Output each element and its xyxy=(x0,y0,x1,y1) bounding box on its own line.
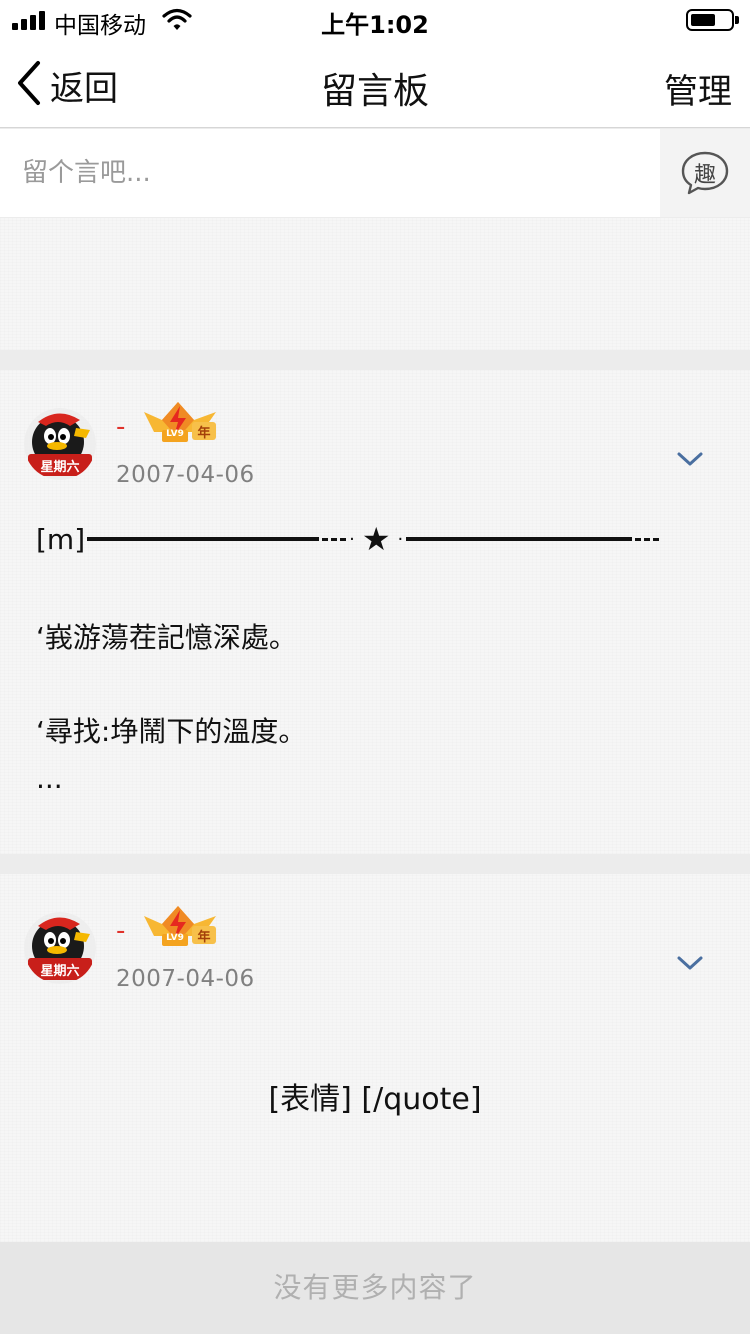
message-board-header-area xyxy=(0,218,750,350)
member-level-badge: LV9 年 xyxy=(140,902,220,950)
no-more-content-label: 没有更多内容了 xyxy=(0,1242,750,1334)
message-text-line: ‘尋找:埩鬧下的溫度。 xyxy=(36,715,307,748)
back-button[interactable]: 返回 xyxy=(16,60,118,110)
author-nickname[interactable]: - xyxy=(116,916,125,946)
chevron-left-icon xyxy=(16,60,42,110)
message-ellipsis: ... xyxy=(36,762,63,795)
emoji-button[interactable]: 趣 xyxy=(660,129,750,217)
avatar-label: 星期六 xyxy=(40,964,80,979)
compose-bar: 趣 xyxy=(0,129,750,217)
avatar[interactable]: 星期六 xyxy=(24,408,96,480)
back-label: 返回 xyxy=(50,68,118,109)
emoji-button-glyph: 趣 xyxy=(693,163,716,188)
decorative-divider-line: [m] · ★ · xyxy=(36,520,660,558)
author-nickname[interactable]: - xyxy=(116,412,125,442)
divider-prefix: [m] xyxy=(36,522,86,556)
message-input[interactable] xyxy=(0,129,660,217)
message-card: 星期六 - LV9 年 2007-04-06 [表情] [/quote] xyxy=(0,874,750,1242)
badge-suffix-text: 年 xyxy=(197,426,211,441)
member-level-badge: LV9 年 xyxy=(140,398,220,446)
battery-icon xyxy=(686,9,739,31)
message-text-line: ‘峩游蕩茬記憶深處。 xyxy=(36,621,297,654)
post-date: 2007-04-06 xyxy=(116,966,255,992)
badge-level-text: LV9 xyxy=(166,933,184,943)
chevron-down-icon[interactable] xyxy=(676,450,704,472)
status-time: 上午1:02 xyxy=(321,11,429,39)
avatar-label: 星期六 xyxy=(40,460,80,475)
chevron-down-icon[interactable] xyxy=(676,954,704,976)
status-bar: 中国移动 上午1:02 xyxy=(0,0,750,40)
avatar[interactable]: 星期六 xyxy=(24,912,96,984)
badge-level-text: LV9 xyxy=(166,429,184,439)
message-card: 星期六 - LV9 年 2007-04-06 [m] · ★ · ‘峩游蕩茬記憶… xyxy=(0,370,750,854)
star-icon: ★ xyxy=(361,520,391,558)
message-text: [表情] [/quote] xyxy=(268,1082,482,1117)
post-date: 2007-04-06 xyxy=(116,462,255,488)
badge-suffix-text: 年 xyxy=(197,930,211,945)
fun-emoji-icon: 趣 xyxy=(680,150,730,196)
navigation-bar: 返回 留言板 管理 xyxy=(0,40,750,128)
manage-button[interactable]: 管理 xyxy=(664,64,732,113)
